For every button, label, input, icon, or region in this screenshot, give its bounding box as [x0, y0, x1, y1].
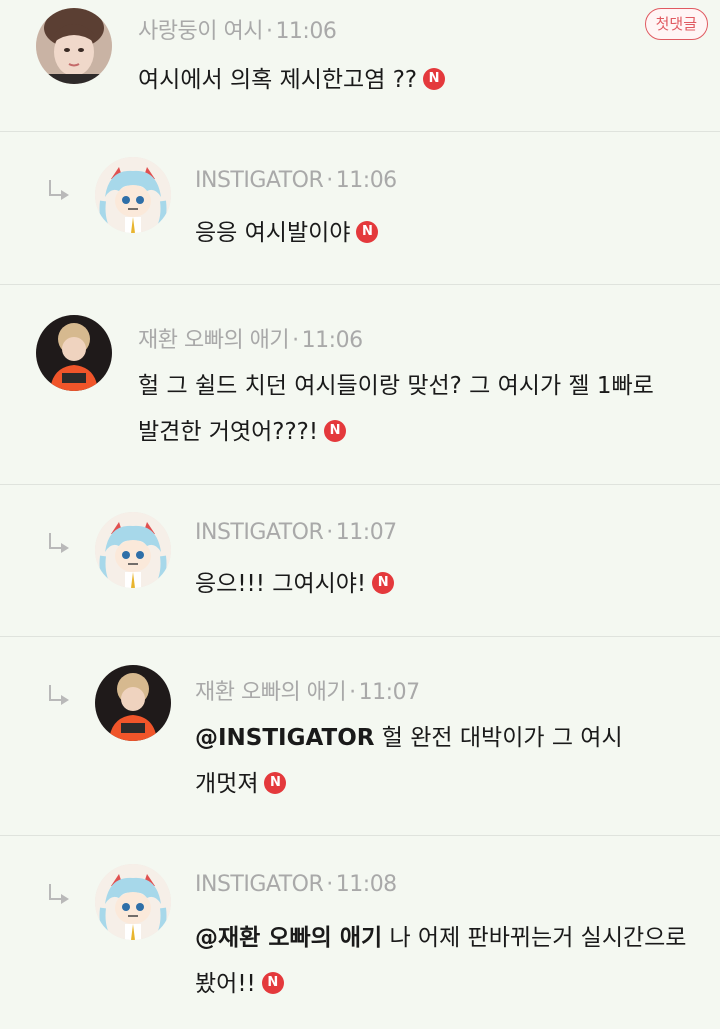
new-icon: N	[372, 571, 395, 594]
new-icon: N	[423, 67, 446, 90]
comment-list: 사랑둥이 여시 · 11:06 첫댓글 여시에서 의혹 제시한고염 ?? N I…	[0, 0, 720, 1029]
comment-text: @INSTIGATOR 헐 완전 대박이가 그 여시 개멋져 N	[195, 725, 623, 797]
reply-arrow-icon	[47, 685, 73, 711]
comment-reply: INSTIGATOR · 11:08 @재환 오빠의 애기 나 어제 판바뀌는거 실…	[0, 836, 720, 1029]
new-icon: N	[261, 971, 284, 994]
comment-reply: 재환 오빠의 애기 · 11:07 @INSTIGATOR 헐 완전 대박이가 그 …	[0, 637, 720, 836]
comment-meta: 재환 오빠의 애기 · 11:06	[138, 328, 363, 353]
comment-author[interactable]: 재환 오빠의 애기	[138, 328, 290, 353]
user-avatar[interactable]	[95, 864, 171, 940]
comment-author[interactable]: INSTIGATOR	[195, 872, 324, 897]
comment-author[interactable]: INSTIGATOR	[195, 168, 324, 193]
comment-author[interactable]: INSTIGATOR	[195, 520, 324, 545]
new-icon: N	[264, 771, 287, 794]
user-mention[interactable]: @INSTIGATOR	[195, 725, 374, 751]
comment-author[interactable]: 사랑둥이 여시	[138, 19, 263, 44]
reply-arrow-icon	[47, 180, 73, 206]
reply-arrow-icon	[47, 533, 73, 559]
comment-time: 11:06	[335, 168, 397, 193]
comment-author[interactable]: 재환 오빠의 애기	[195, 680, 347, 705]
comment-meta: 재환 오빠의 애기 · 11:07	[195, 680, 420, 705]
user-avatar[interactable]	[95, 157, 171, 233]
comment-item: 재환 오빠의 애기 · 11:06 헐 그 쉴드 치던 여시들이랑 맞선? 그 여시…	[0, 285, 720, 485]
comment-text: 응으!!! 그여시야! N	[195, 561, 395, 607]
user-avatar[interactable]	[36, 8, 112, 84]
comment-text: 헐 그 쉴드 치던 여시들이랑 맞선? 그 여시가 젤 1빠로 발견한 거엿어?…	[138, 373, 654, 445]
comment-time: 11:07	[358, 680, 420, 705]
comment-item: 사랑둥이 여시 · 11:06 첫댓글 여시에서 의혹 제시한고염 ?? N	[0, 0, 720, 132]
comment-text: 응응 여시발이야 N	[195, 210, 379, 256]
comment-meta: 사랑둥이 여시 · 11:06	[138, 19, 337, 44]
user-avatar[interactable]	[36, 315, 112, 391]
comment-text: 여시에서 의혹 제시한고염 ?? N	[138, 57, 446, 103]
new-icon: N	[324, 419, 347, 442]
comment-time: 11:06	[275, 19, 337, 44]
comment-meta: INSTIGATOR · 11:07	[195, 520, 397, 545]
user-avatar[interactable]	[95, 665, 171, 741]
comment-time: 11:08	[335, 872, 397, 897]
comment-reply: INSTIGATOR · 11:07 응으!!! 그여시야! N	[0, 485, 720, 637]
comment-text: @재환 오빠의 애기 나 어제 판바뀌는거 실시간으로 봤어!! N	[195, 925, 687, 997]
user-avatar[interactable]	[95, 512, 171, 588]
comment-time: 11:06	[301, 328, 363, 353]
comment-meta: INSTIGATOR · 11:08	[195, 872, 397, 897]
user-mention[interactable]: @재환 오빠의 애기	[195, 925, 382, 951]
comment-meta: INSTIGATOR · 11:06	[195, 168, 397, 193]
comment-reply: INSTIGATOR · 11:06 응응 여시발이야 N	[0, 132, 720, 285]
new-icon: N	[356, 220, 379, 243]
reply-arrow-icon	[47, 884, 73, 910]
first-comment-badge: 첫댓글	[644, 8, 708, 40]
comment-time: 11:07	[335, 520, 397, 545]
